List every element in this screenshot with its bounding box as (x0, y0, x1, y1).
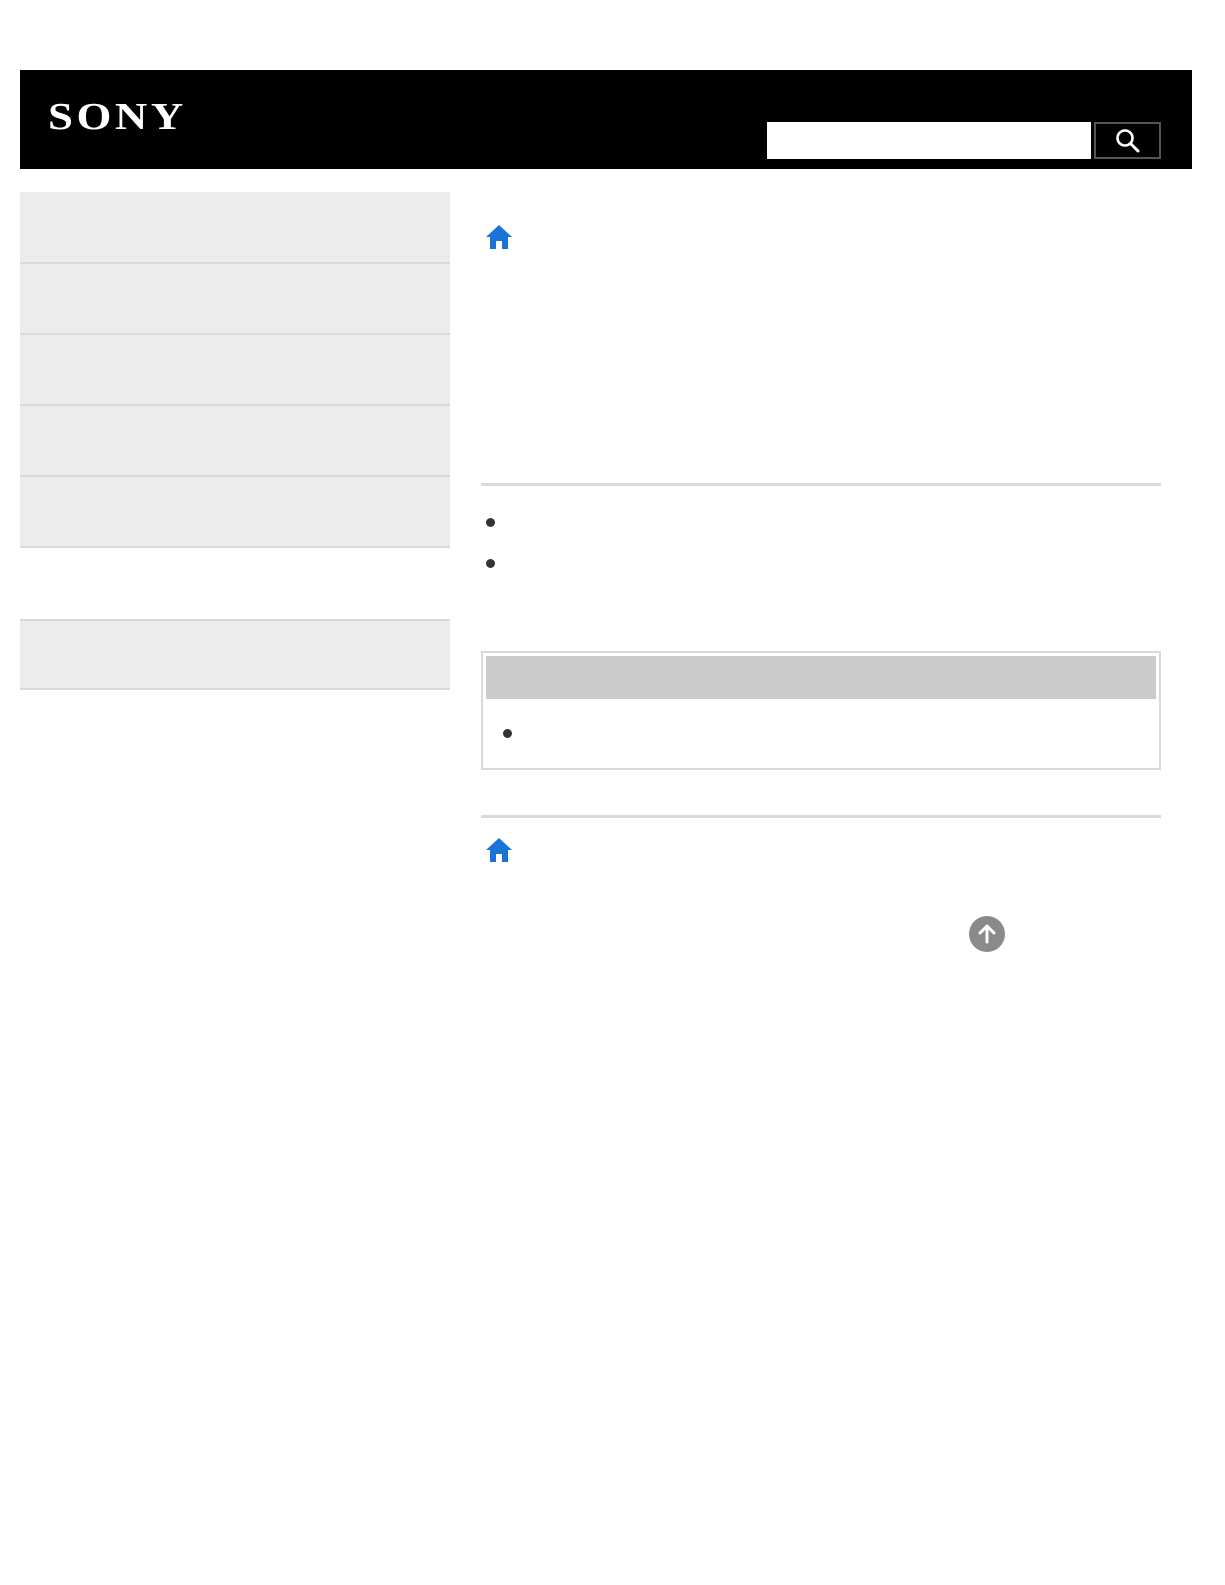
sidebar-item[interactable] (20, 548, 450, 619)
back-to-top-button[interactable] (969, 916, 1005, 952)
home-icon (486, 225, 512, 249)
sidebar-item[interactable] (20, 619, 450, 690)
sidebar-nav (20, 192, 450, 690)
divider (481, 815, 1161, 818)
search-input[interactable] (767, 122, 1091, 159)
sidebar-item[interactable] (20, 264, 450, 335)
bullet-dot (486, 518, 495, 527)
site-header: SONY (20, 70, 1192, 169)
note-title (486, 656, 1156, 699)
divider (481, 483, 1161, 486)
home-link[interactable] (484, 836, 514, 866)
arrow-up-circle-icon (978, 924, 996, 944)
note-box (481, 651, 1161, 770)
bullet-dot (503, 729, 512, 738)
sony-logo: SONY (48, 96, 187, 138)
search-icon (1115, 128, 1139, 152)
search-button[interactable] (1094, 122, 1161, 159)
sidebar-item[interactable] (20, 192, 450, 264)
bullet-dot (486, 559, 495, 568)
sidebar-item[interactable] (20, 477, 450, 548)
home-icon (486, 838, 512, 862)
home-link[interactable] (484, 223, 514, 253)
sidebar-item[interactable] (20, 406, 450, 477)
sidebar-item[interactable] (20, 335, 450, 406)
